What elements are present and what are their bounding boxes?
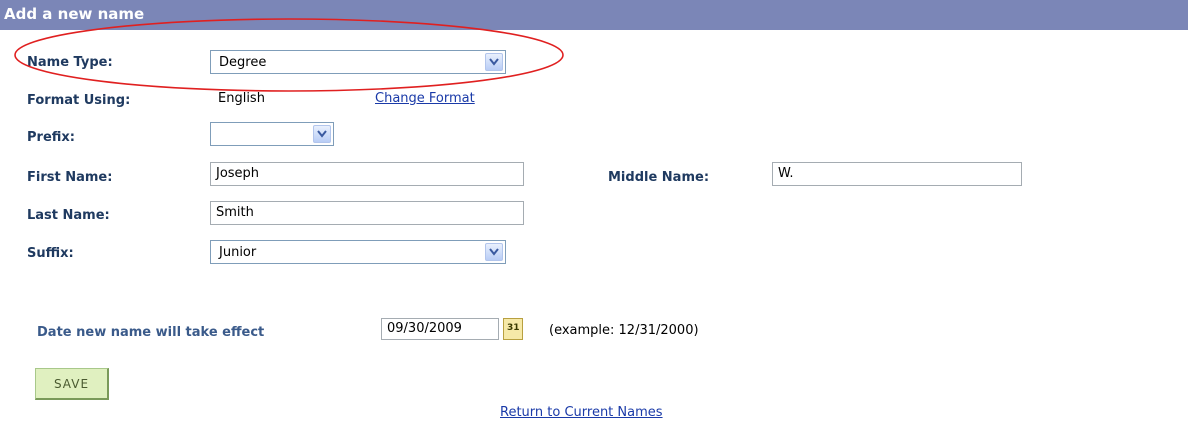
last-name-value: Smith: [216, 205, 254, 220]
effective-date-value: 09/30/2009: [387, 321, 462, 336]
first-name-label: First Name:: [27, 170, 113, 185]
prefix-label: Prefix:: [27, 130, 75, 145]
chevron-down-icon[interactable]: [313, 125, 331, 143]
calendar-icon[interactable]: 31: [503, 318, 523, 340]
suffix-value: Junior: [219, 245, 257, 260]
first-name-value: Joseph: [216, 166, 260, 181]
middle-name-label: Middle Name:: [608, 170, 710, 185]
middle-name-input[interactable]: W.: [772, 162, 1022, 186]
last-name-input[interactable]: Smith: [210, 201, 524, 225]
middle-name-value: W.: [778, 166, 794, 181]
save-button-label: SAVE: [53, 377, 90, 391]
chevron-down-icon[interactable]: [485, 243, 503, 261]
first-name-input[interactable]: Joseph: [210, 162, 524, 186]
annotation-ellipse: [14, 18, 564, 92]
format-using-label: Format Using:: [27, 93, 131, 108]
suffix-select[interactable]: Junior: [210, 240, 506, 264]
suffix-label: Suffix:: [27, 246, 74, 261]
effective-date-input[interactable]: 09/30/2009: [381, 318, 499, 340]
save-button[interactable]: SAVE: [35, 368, 109, 400]
calendar-icon-number: 31: [507, 323, 520, 333]
return-to-current-names-link[interactable]: Return to Current Names: [500, 405, 663, 420]
prefix-select[interactable]: [210, 122, 334, 146]
effective-date-label: Date new name will take effect: [37, 325, 265, 340]
last-name-label: Last Name:: [27, 208, 110, 223]
date-example-text: (example: 12/31/2000): [549, 323, 699, 338]
